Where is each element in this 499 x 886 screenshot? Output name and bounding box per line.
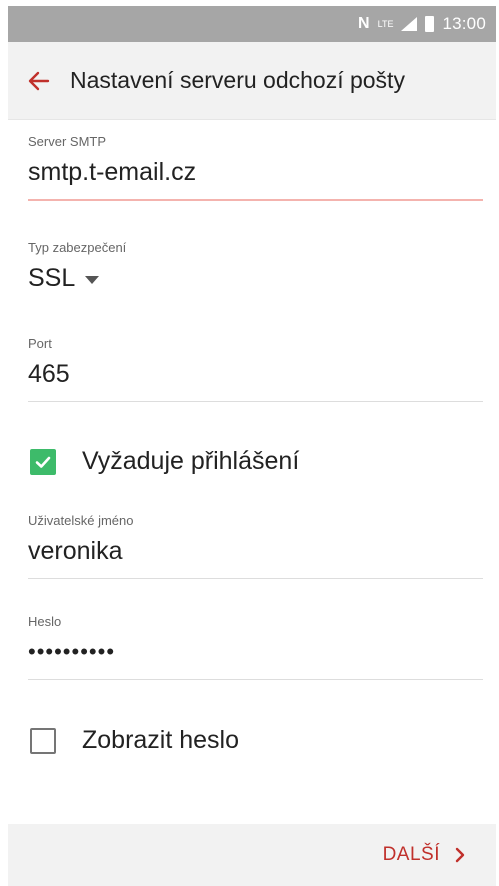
next-button[interactable]: DALŠÍ [383,844,466,866]
status-bar: N LTE 13:00 [8,6,496,42]
security-type-field: Typ zabezpečení SSL [28,240,483,293]
username-underline [28,578,483,579]
lte-icon: LTE [377,18,394,29]
port-underline [28,401,483,402]
battery-icon [425,16,435,32]
signal-icon [401,17,418,31]
back-button[interactable] [8,42,70,120]
form-content: Server SMTP smtp.t-email.cz Typ zabezpeč… [8,120,496,824]
username-label: Uživatelské jméno [28,513,134,528]
require-login-label: Vyžaduje přihlášení [82,447,300,475]
username-field[interactable]: Uživatelské jméno veronika [28,513,483,579]
username-input[interactable]: veronika [28,536,483,566]
password-input[interactable]: •••••••••• [28,637,483,667]
security-type-dropdown[interactable]: SSL [28,263,483,293]
show-password-label: Zobrazit heslo [82,726,240,754]
arrow-left-icon [28,71,50,90]
smtp-server-input[interactable]: smtp.t-email.cz [28,157,483,187]
show-password-checkbox[interactable] [30,727,56,754]
smtp-server-underline [28,199,483,201]
next-button-label: DALŠÍ [382,844,440,865]
show-password-row[interactable]: Zobrazit heslo [30,726,239,755]
app-bar: Nastavení serveru odchozí pošty [8,42,496,120]
port-field[interactable]: Port 465 [28,336,483,402]
security-type-label: Typ zabezpečení [28,240,127,255]
nfc-icon: N [358,15,370,32]
status-time: 13:00 [442,14,486,33]
port-input[interactable]: 465 [28,359,483,389]
require-login-row[interactable]: Vyžaduje přihlášení [30,447,299,476]
bottom-bar: DALŠÍ [8,824,496,886]
smtp-server-label: Server SMTP [28,134,107,149]
password-field[interactable]: Heslo •••••••••• [28,614,483,680]
require-login-checkbox[interactable] [30,448,56,475]
password-underline [28,679,483,680]
password-label: Heslo [28,614,62,629]
port-label: Port [28,336,52,351]
security-type-value: SSL [28,264,76,292]
chevron-right-icon [455,847,465,863]
smtp-server-field[interactable]: Server SMTP smtp.t-email.cz [28,134,483,201]
dropdown-arrow-icon [85,275,100,284]
checkmark-icon [35,456,51,468]
page-title: Nastavení serveru odchozí pošty [70,67,405,93]
